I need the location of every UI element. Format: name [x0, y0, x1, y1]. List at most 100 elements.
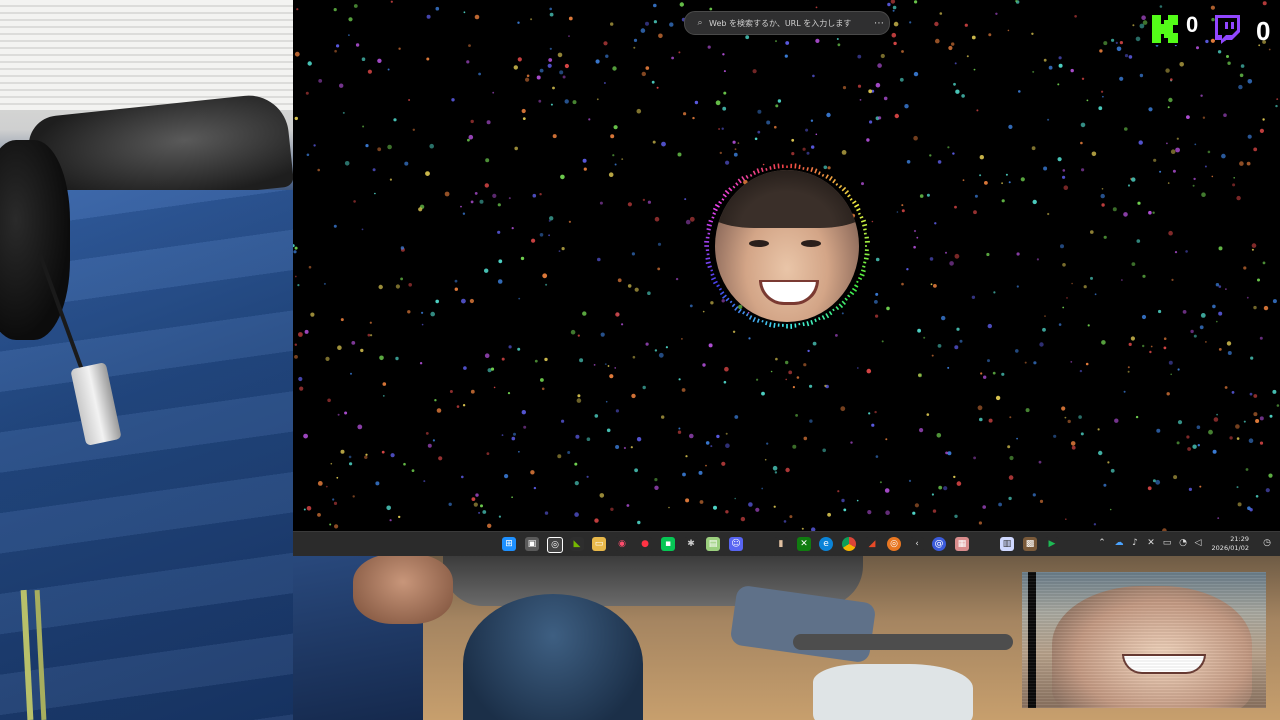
- star: [355, 43, 360, 47]
- star: [801, 527, 804, 530]
- star: [653, 20, 657, 24]
- star: [1074, 14, 1077, 18]
- star: [407, 310, 411, 314]
- star: [723, 70, 726, 73]
- star: [382, 395, 385, 397]
- cloud-icon[interactable]: ☁: [1113, 538, 1125, 548]
- app-icon-orange[interactable]: ◎: [887, 537, 901, 551]
- xbox-icon[interactable]: ✕: [797, 537, 811, 551]
- calendar-icon[interactable]: ▥: [1000, 537, 1014, 551]
- star: [532, 193, 537, 198]
- file-explorer-icon[interactable]: ▭: [592, 537, 606, 551]
- star: [372, 168, 376, 172]
- visualizer-bar: [773, 322, 776, 328]
- star: [541, 387, 545, 391]
- network-icon[interactable]: ▭: [1161, 538, 1173, 548]
- star: [470, 200, 474, 204]
- image-app-icon[interactable]: ▦: [955, 537, 969, 551]
- star: [647, 291, 651, 296]
- lips-app-icon[interactable]: ◉: [615, 537, 629, 551]
- star: [574, 462, 578, 466]
- chatgpt-icon[interactable]: ✱: [684, 537, 698, 551]
- star: [627, 284, 632, 288]
- system-clock[interactable]: 21:29 2026/01/02: [1211, 535, 1249, 553]
- visualizer-bar: [710, 269, 714, 272]
- chevron-up-icon[interactable]: ⌃: [1096, 538, 1108, 548]
- star: [490, 367, 495, 371]
- star: [1058, 63, 1063, 68]
- star: [647, 200, 651, 204]
- star: [998, 502, 1002, 507]
- notepad-icon[interactable]: ▤: [706, 537, 720, 551]
- nvidia-icon[interactable]: ◣: [570, 537, 584, 551]
- record-icon[interactable]: ●: [638, 537, 652, 551]
- star: [1259, 336, 1263, 340]
- star: [1087, 324, 1090, 327]
- star: [558, 250, 561, 253]
- star: [789, 515, 793, 519]
- app-icon-blue[interactable]: @: [932, 537, 946, 551]
- minecraft-icon[interactable]: ▩: [1023, 537, 1037, 551]
- app-icon[interactable]: ▮: [774, 537, 788, 551]
- task-view-icon[interactable]: ▣: [525, 537, 539, 551]
- star: [1116, 46, 1122, 52]
- discord-icon[interactable]: ☺: [729, 537, 743, 551]
- more-icon[interactable]: ⋯: [869, 18, 889, 29]
- star: [669, 22, 674, 27]
- star: [1216, 413, 1218, 416]
- visualizer-bar: [864, 253, 870, 256]
- star: [984, 181, 988, 185]
- star: [1103, 41, 1108, 46]
- star: [1276, 98, 1279, 100]
- volume-icon[interactable]: ◁: [1192, 538, 1204, 548]
- star: [661, 141, 666, 147]
- line-app-icon[interactable]: ▪: [661, 537, 675, 551]
- star: [796, 376, 800, 379]
- back-arrow-icon[interactable]: ‹: [910, 537, 924, 551]
- chrome-icon[interactable]: [842, 537, 856, 551]
- microphone-icon[interactable]: ♪: [1129, 538, 1141, 548]
- star: [926, 413, 930, 416]
- star: [1250, 356, 1254, 360]
- star: [460, 205, 462, 208]
- visualizer-bar: [710, 276, 717, 281]
- star: [775, 357, 778, 361]
- edge-icon[interactable]: e: [819, 537, 833, 551]
- star: [982, 505, 986, 509]
- star: [1123, 212, 1128, 217]
- twitch-logo-icon: [1215, 15, 1240, 44]
- star: [761, 487, 764, 490]
- star: [568, 35, 570, 37]
- play-icon[interactable]: ▶: [1045, 537, 1059, 551]
- star: [613, 125, 618, 130]
- star: [678, 378, 681, 381]
- star: [875, 314, 879, 318]
- star: [705, 441, 710, 445]
- browser-address-bar[interactable]: ⌕ Web を検索するか、URL を入力します ⋯: [684, 11, 890, 35]
- star: [886, 306, 890, 311]
- star: [615, 312, 620, 317]
- hand: [353, 554, 453, 624]
- star: [1086, 99, 1089, 102]
- star: [412, 128, 415, 131]
- star: [656, 86, 659, 89]
- star: [1163, 346, 1167, 350]
- star: [610, 22, 614, 26]
- game-app-icon[interactable]: ◢: [865, 537, 879, 551]
- star: [327, 398, 331, 403]
- star: [1212, 304, 1216, 309]
- star: [521, 410, 526, 415]
- close-icon[interactable]: ✕: [1145, 538, 1157, 548]
- star: [757, 130, 761, 134]
- notification-icon[interactable]: ◷: [1261, 538, 1273, 548]
- wifi-icon[interactable]: ◔: [1177, 538, 1189, 548]
- obs-icon[interactable]: ◎: [547, 537, 563, 553]
- star: [938, 485, 943, 490]
- star: [1001, 182, 1003, 185]
- visualizer-bar: [863, 257, 869, 260]
- windows-start-icon[interactable]: ⊞: [502, 537, 516, 551]
- star: [511, 496, 513, 499]
- star: [389, 519, 392, 522]
- star: [840, 406, 846, 412]
- kick-logo-icon: [1150, 13, 1182, 45]
